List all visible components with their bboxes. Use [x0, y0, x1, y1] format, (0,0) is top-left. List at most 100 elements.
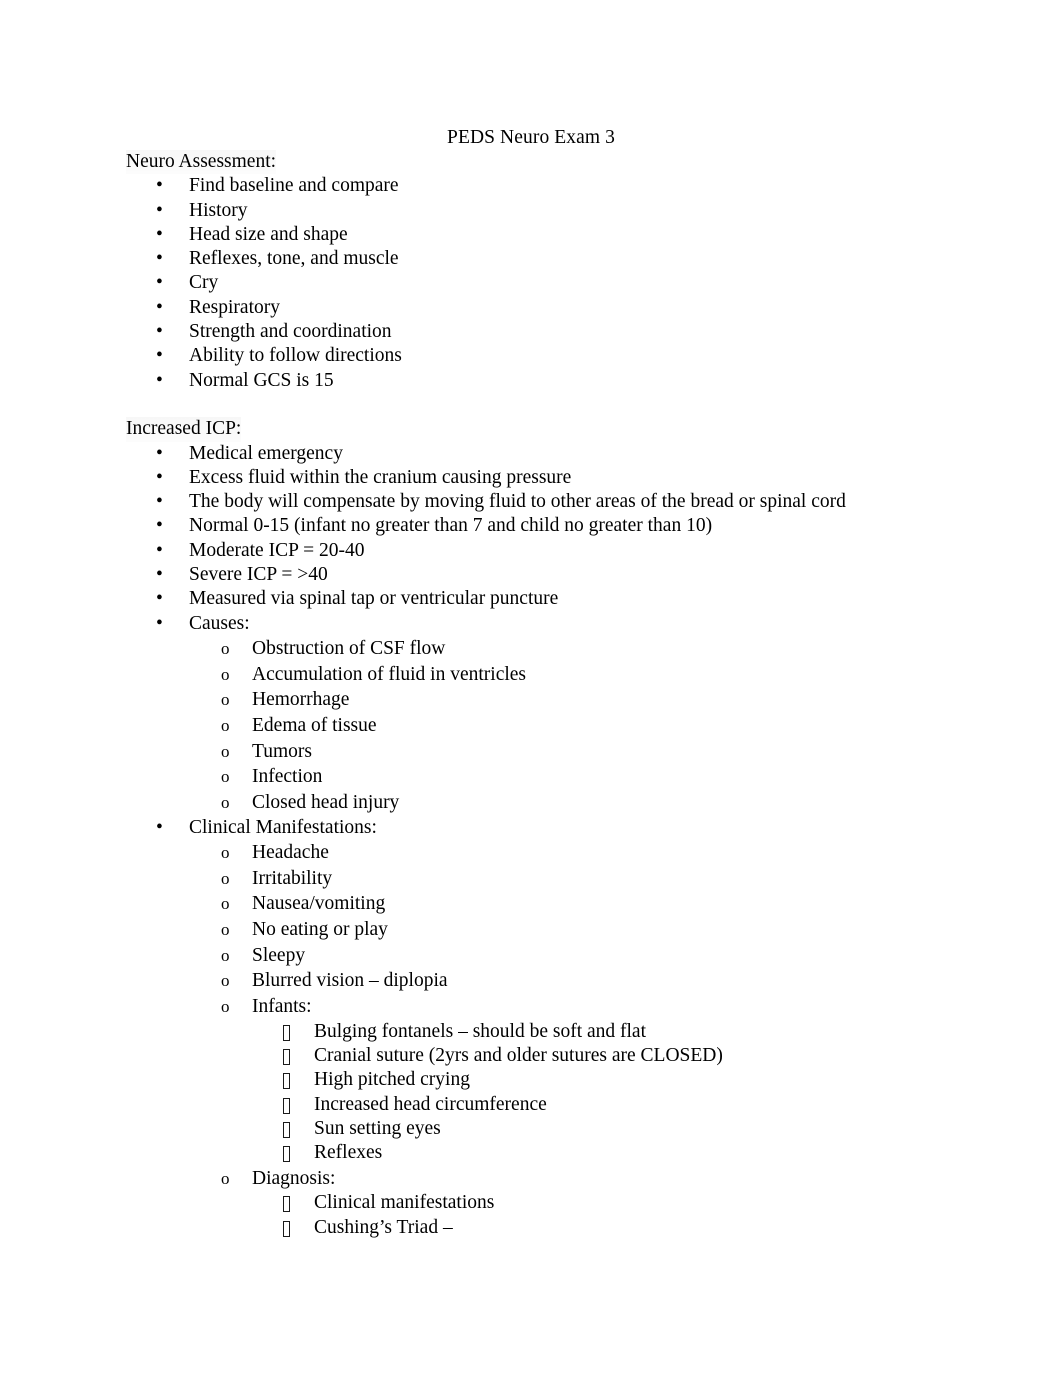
- list-item: Cushing’s Triad –: [126, 1216, 1006, 1240]
- notdef-box-icon: [283, 1220, 290, 1237]
- bullet-icon: •: [156, 588, 163, 610]
- circle-bullet-icon: o: [221, 997, 230, 1017]
- list-item: Reflexes: [126, 1141, 1006, 1165]
- list-item: • Ability to follow directions: [126, 344, 1006, 368]
- list-item-text: History: [189, 199, 248, 221]
- list-item-text: Excess fluid within the cranium causing …: [189, 466, 572, 488]
- list-item: • Normal GCS is 15: [126, 369, 1006, 393]
- bullet-icon: •: [156, 223, 163, 245]
- list-item: • History: [126, 199, 1006, 223]
- list-item: o Irritability: [126, 866, 1006, 892]
- section-heading-row: Neuro Assessment:: [126, 150, 1006, 175]
- circle-bullet-icon: o: [221, 793, 230, 813]
- list-item: High pitched crying: [126, 1068, 1006, 1092]
- list-item-text: Tumors: [252, 740, 312, 762]
- circle-bullet-icon: o: [221, 638, 230, 658]
- list-item: • Clinical Manifestations:: [126, 816, 1006, 840]
- list-item-text: Strength and coordination: [189, 321, 392, 343]
- list-item: o Infection: [126, 764, 1006, 790]
- circle-bullet-icon: o: [221, 690, 230, 710]
- list-item-text: Hemorrhage: [252, 689, 350, 711]
- list-item: Sun setting eyes: [126, 1117, 1006, 1141]
- bullet-icon: •: [156, 199, 163, 221]
- list-item: • Strength and coordination: [126, 320, 1006, 344]
- list-item: • Cry: [126, 271, 1006, 295]
- section-heading: Neuro Assessment:: [126, 150, 277, 175]
- list-item-text: Obstruction of CSF flow: [252, 637, 446, 659]
- list-item: o No eating or play: [126, 917, 1006, 943]
- list-item-text: Closed head injury: [252, 792, 400, 814]
- list-item-text: Bulging fontanels – should be soft and f…: [314, 1020, 646, 1042]
- list-item-text: Irritability: [252, 867, 333, 889]
- list-item-text: Headache: [252, 842, 329, 864]
- list-item-text: Measured via spinal tap or ventricular p…: [189, 588, 559, 610]
- list-item-text: Sun setting eyes: [314, 1118, 441, 1140]
- bullet-icon: •: [156, 564, 163, 586]
- missing-glyph-bullet-icon: [283, 1094, 290, 1118]
- list-item: • Find baseline and compare: [126, 174, 1006, 198]
- list-item-text: No eating or play: [252, 919, 388, 941]
- list-item: o Infants:: [126, 994, 1006, 1020]
- bullet-icon: •: [156, 296, 163, 318]
- list-item: • Excess fluid within the cranium causing…: [126, 466, 1006, 490]
- list-item: • Medical emergency: [126, 442, 1006, 466]
- circle-bullet-icon: o: [221, 741, 230, 761]
- list-item: o Nausea/vomiting: [126, 891, 1006, 917]
- list-item: • Head size and shape: [126, 223, 1006, 247]
- list-item-text: Increased head circumference: [314, 1093, 547, 1115]
- circle-bullet-icon: o: [221, 767, 230, 787]
- section-heading: Increased ICP:: [126, 417, 242, 442]
- list-item-text: Respiratory: [189, 296, 280, 318]
- list-item: o Closed head injury: [126, 790, 1006, 816]
- list-item-text: Cranial suture (2yrs and older sutures a…: [314, 1045, 723, 1067]
- missing-glyph-bullet-icon: [283, 1069, 290, 1093]
- list-item-text: Infection: [252, 766, 323, 788]
- notdef-box-icon: [283, 1024, 290, 1041]
- notdef-box-icon: [283, 1196, 290, 1213]
- list-item-text: Medical emergency: [189, 442, 343, 464]
- list-item: • Measured via spinal tap or ventricular …: [126, 587, 1006, 611]
- circle-bullet-icon: o: [221, 868, 230, 888]
- list-item: Cranial suture (2yrs and older sutures a…: [126, 1044, 1006, 1068]
- list-item: o Blurred vision – diplopia: [126, 968, 1006, 994]
- missing-glyph-bullet-icon: [283, 1021, 290, 1045]
- missing-glyph-bullet-icon: [283, 1118, 290, 1142]
- list-item-text: Find baseline and compare: [189, 175, 399, 197]
- circle-bullet-icon: o: [221, 664, 230, 684]
- bullet-icon: •: [156, 248, 163, 270]
- circle-bullet-icon: o: [221, 1168, 230, 1188]
- list-item-text: The body will compensate by moving fluid…: [189, 491, 846, 513]
- list-item: o Edema of tissue: [126, 713, 1006, 739]
- list-item-text: Severe ICP = >40: [189, 564, 328, 586]
- bullet-icon: •: [156, 466, 163, 488]
- circle-bullet-icon: o: [221, 894, 230, 914]
- section-heading-row: Increased ICP:: [126, 417, 1006, 442]
- list-item: Clinical manifestations: [126, 1191, 1006, 1215]
- list-item: o Accumulation of fluid in ventricles: [126, 662, 1006, 688]
- circle-bullet-icon: o: [221, 920, 230, 940]
- document-page: PEDS Neuro Exam 3 Neuro Assessment: • Find…: [0, 0, 1062, 1377]
- document-body: Neuro Assessment: • Find baseline and comp…: [126, 150, 1006, 1240]
- list-item: • Causes:: [126, 612, 1006, 636]
- circle-bullet-icon: o: [221, 843, 230, 863]
- bullet-icon: •: [156, 345, 163, 367]
- bullet-icon: •: [156, 491, 163, 513]
- bullet-icon: •: [156, 442, 163, 464]
- circle-bullet-icon: o: [221, 945, 230, 965]
- bullet-icon: •: [156, 272, 163, 294]
- list-item: o Tumors: [126, 739, 1006, 765]
- missing-glyph-bullet-icon: [283, 1217, 290, 1241]
- bullet-icon: •: [156, 369, 163, 391]
- notdef-box-icon: [283, 1049, 290, 1066]
- list-item-text: Diagnosis:: [252, 1167, 336, 1189]
- bullet-icon: •: [156, 515, 163, 537]
- missing-glyph-bullet-icon: [283, 1142, 290, 1166]
- list-item-text: Clinical manifestations: [314, 1192, 495, 1214]
- list-item-text: Normal GCS is 15: [189, 369, 334, 391]
- list-item-text: Causes:: [189, 612, 250, 634]
- list-item: • Normal 0-15 (infant no greater than 7 a…: [126, 514, 1006, 538]
- list-item: o Obstruction of CSF flow: [126, 636, 1006, 662]
- list-item-text: Infants:: [252, 996, 312, 1018]
- list-item-text: Moderate ICP = 20-40: [189, 539, 365, 561]
